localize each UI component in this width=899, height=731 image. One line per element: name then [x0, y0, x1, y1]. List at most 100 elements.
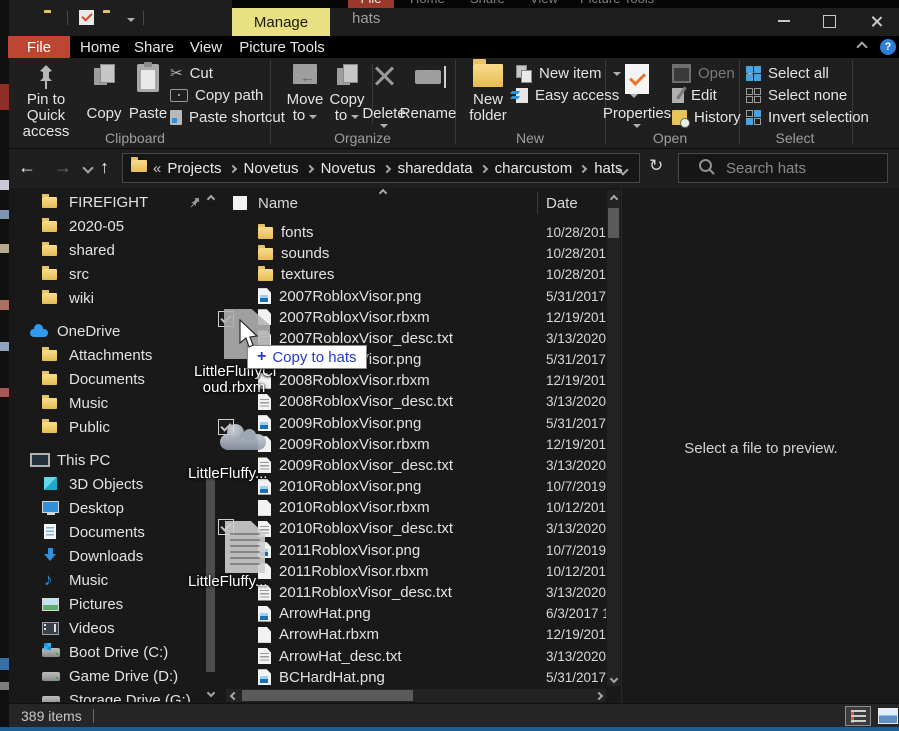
breadcrumb[interactable]: « Projects Novetus Novetus shareddata charcu… — [122, 153, 640, 183]
table-row[interactable]: 2009RobloxVisor_desc.txt3/13/2020 8 — [226, 455, 606, 476]
column-header-name[interactable]: Name — [258, 195, 298, 212]
sidebar-item-label: 3D Objects — [69, 476, 143, 493]
sidebar-item-attachments[interactable]: Attachments — [9, 343, 203, 367]
tab-share[interactable]: Share — [128, 36, 180, 58]
sidebar-item-firefight[interactable]: FIREFIGHT — [9, 190, 203, 214]
file-name: 2009RobloxVisor.rbxm — [279, 436, 430, 453]
file-date: 3/13/2020 8 — [546, 458, 606, 473]
sidebar-item-music[interactable]: Music — [9, 391, 203, 415]
sidebar-item-shared[interactable]: shared — [9, 238, 203, 262]
column-header-date[interactable]: Date — [546, 195, 578, 212]
qat-properties-icon[interactable] — [79, 10, 94, 25]
paste-button[interactable]: Paste — [127, 60, 169, 128]
forward-icon[interactable]: → — [54, 157, 72, 178]
table-row[interactable]: ArrowHat.rbxm12/19/2018 — [226, 624, 606, 645]
properties-button[interactable]: Properties — [606, 60, 668, 128]
column-divider[interactable] — [537, 192, 538, 214]
sidebar-item-this-pc[interactable]: This PC — [9, 448, 203, 472]
table-row[interactable]: ArrowHat.png6/3/2017 11 — [226, 603, 606, 624]
table-row[interactable]: 2007RobloxVisor.rbxm12/19/2018 — [226, 307, 606, 328]
sidebar-item-music[interactable]: Music — [9, 568, 203, 592]
tab-home[interactable]: Home — [74, 36, 126, 58]
table-row[interactable]: 2008RobloxVisor.png5/31/2017 7 — [226, 349, 606, 370]
table-row[interactable]: 2011RobloxVisor.png10/7/2019 3 — [226, 540, 606, 561]
sidebar-item-boot-drive-c[interactable]: Boot Drive (C:) — [9, 640, 203, 664]
sidebar-item-desktop[interactable]: Desktop — [9, 496, 203, 520]
breadcrumb-item[interactable]: Projects — [167, 160, 221, 177]
table-row[interactable]: 2010RobloxVisor.png10/7/2019 3 — [226, 476, 606, 497]
search-input[interactable] — [724, 159, 878, 178]
sidebar-item-2020-05[interactable]: 2020-05 — [9, 214, 203, 238]
details-view-button[interactable] — [845, 706, 871, 726]
cut-button[interactable]: ✂ Cut — [170, 62, 213, 84]
qat-dropdown-caret-icon[interactable] — [127, 18, 135, 26]
open-button[interactable]: Open — [672, 62, 754, 84]
table-row[interactable]: sounds10/28/2018 — [226, 243, 606, 264]
copy-path-button[interactable]: Copy path — [170, 84, 263, 106]
table-row[interactable]: textures10/28/2018 — [226, 264, 606, 285]
manage-contextual-tab[interactable]: Manage — [232, 8, 330, 36]
sidebar-item-downloads[interactable]: Downloads — [9, 544, 203, 568]
sidebar-item-public[interactable]: Public — [9, 415, 203, 439]
rename-button[interactable]: Rename — [400, 60, 456, 128]
table-row[interactable]: BCHardHat.png5/31/2017 7 — [226, 667, 606, 688]
downloads-icon — [42, 548, 60, 564]
sidebar-item-onedrive[interactable]: OneDrive — [9, 319, 203, 343]
thumbnail-view-button[interactable] — [875, 706, 899, 726]
window-close-button[interactable] — [861, 8, 891, 34]
breadcrumb-overflow-icon[interactable]: « — [153, 160, 161, 177]
select-all-checkbox[interactable] — [233, 196, 247, 210]
edit-button[interactable]: Edit — [672, 84, 717, 106]
table-row[interactable]: 2008RobloxVisor_desc.txt3/13/2020 8 — [226, 391, 606, 412]
table-row[interactable]: 2009RobloxVisor.rbxm12/19/2018 — [226, 434, 606, 455]
sidebar-item-storage-drive-g[interactable]: Storage Drive (G:) — [9, 688, 203, 702]
list-scroll-thumb[interactable] — [608, 208, 619, 238]
select-all-button[interactable]: Select all — [746, 62, 829, 84]
sidebar-item-pictures[interactable]: Pictures — [9, 592, 203, 616]
help-icon[interactable]: ? — [880, 39, 896, 55]
move-to-button[interactable]: Move to — [286, 60, 324, 128]
breadcrumb-item[interactable]: Novetus — [321, 160, 376, 177]
table-row[interactable]: 2009RobloxVisor.png5/31/2017 7 — [226, 413, 606, 434]
breadcrumb-item[interactable]: shareddata — [398, 160, 473, 177]
table-row[interactable]: ArrowHat_desc.txt3/13/2020 8 — [226, 645, 606, 666]
sidebar-item-videos[interactable]: Videos — [9, 616, 203, 640]
list-scrollbar[interactable] — [607, 190, 620, 686]
table-row[interactable]: 2010RobloxVisor_desc.txt3/13/2020 8 — [226, 518, 606, 539]
new-folder-button[interactable]: New folder — [464, 60, 512, 128]
sidebar-item-documents[interactable]: Documents — [9, 520, 203, 544]
up-icon[interactable]: ↑ — [100, 157, 109, 178]
refresh-icon[interactable]: ↻ — [649, 156, 663, 176]
new-item-button[interactable]: New item — [516, 62, 621, 84]
back-icon[interactable]: ← — [18, 157, 36, 178]
folder-icon — [42, 242, 60, 258]
table-row[interactable]: 2007RobloxVisor_desc.txt3/13/2020 8 — [226, 328, 606, 349]
hscroll-thumb[interactable] — [242, 690, 413, 701]
sidebar-item-wiki[interactable]: wiki — [9, 286, 203, 310]
invert-selection-button[interactable]: Invert selection — [746, 106, 869, 128]
table-row[interactable]: 2008RobloxVisor.rbxm12/19/2018 — [226, 370, 606, 391]
sidebar-item-src[interactable]: src — [9, 262, 203, 286]
table-row[interactable]: 2011RobloxVisor_desc.txt3/13/2020 8 — [226, 582, 606, 603]
tab-view[interactable]: View — [182, 36, 230, 58]
sidebar-item-game-drive-d[interactable]: Game Drive (D:) — [9, 664, 203, 688]
breadcrumb-item[interactable]: charcustom — [495, 160, 573, 177]
tab-file[interactable]: File — [8, 36, 70, 58]
folder-icon — [42, 419, 60, 435]
history-button[interactable]: History — [672, 106, 741, 128]
window-maximize-button[interactable] — [814, 8, 844, 34]
sidebar-item-3d-objects[interactable]: 3D Objects — [9, 472, 203, 496]
sidebar-item-documents[interactable]: Documents — [9, 367, 203, 391]
sidebar-scroll-thumb[interactable] — [206, 470, 215, 672]
paste-shortcut-button[interactable]: Paste shortcut — [170, 106, 285, 128]
window-minimize-button[interactable] — [769, 8, 799, 34]
search-box[interactable] — [678, 153, 888, 183]
tab-picture-tools[interactable]: Picture Tools — [234, 36, 330, 58]
pin-to-quick-access-button[interactable]: Pin to Quick access — [12, 60, 80, 128]
table-row[interactable]: fonts10/28/2018 — [226, 222, 606, 243]
select-none-button[interactable]: Select none — [746, 84, 847, 106]
breadcrumb-item[interactable]: Novetus — [244, 160, 299, 177]
table-row[interactable]: 2010RobloxVisor.rbxm10/12/2019 — [226, 497, 606, 518]
table-row[interactable]: 2007RobloxVisor.png5/31/2017 7 — [226, 286, 606, 307]
table-row[interactable]: 2011RobloxVisor.rbxm10/12/2019 — [226, 561, 606, 582]
